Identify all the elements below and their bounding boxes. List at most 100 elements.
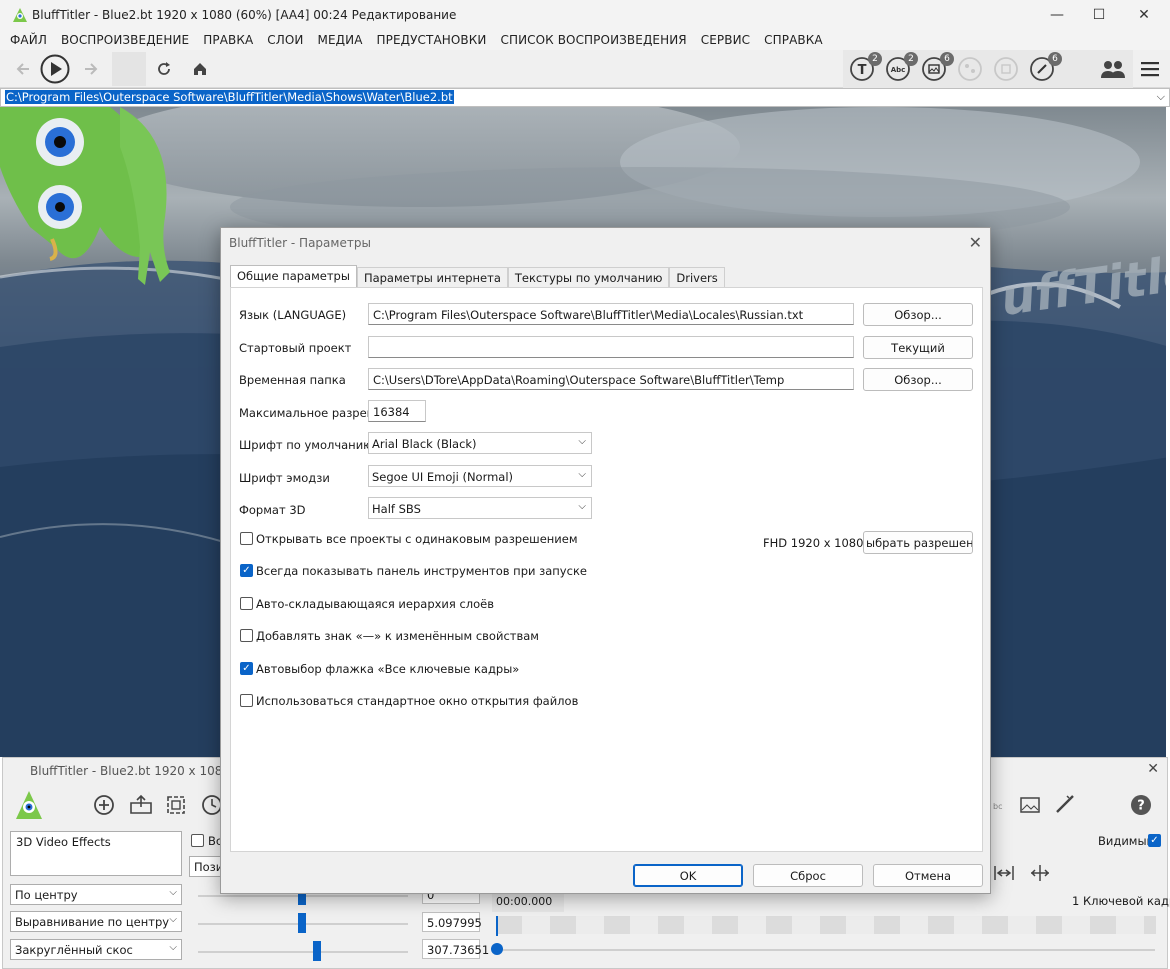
cancel-button[interactable]: Отмена xyxy=(873,864,983,887)
standard-open-dialog-checkbox[interactable] xyxy=(240,694,253,707)
text-alignment-combobox[interactable]: Выравнивание по центру ⌵ xyxy=(10,911,182,932)
timeline-cursor[interactable] xyxy=(496,916,498,936)
slider-thumb[interactable] xyxy=(298,913,306,933)
dialog-close-icon[interactable]: ✕ xyxy=(969,233,982,252)
center-icon[interactable] xyxy=(1029,864,1051,882)
minimize-button[interactable]: — xyxy=(1034,0,1080,30)
standard-open-dialog-label: Использоваться стандартное окно открытия… xyxy=(256,694,579,708)
emoji-font-select[interactable]: Segoe UI Emoji (Normal) ⌵ xyxy=(368,465,592,487)
visible-checkbox[interactable]: ✓ xyxy=(1148,834,1161,847)
menu-playlist[interactable]: СПИСОК ВОСПРОИЗВЕДЕНИЯ xyxy=(493,30,693,50)
window-border xyxy=(1166,107,1170,757)
tab-default-textures[interactable]: Текстуры по умолчанию xyxy=(507,267,670,288)
window-title: BluffTitler - Blue2.bt 1920 x 1080 (60%)… xyxy=(32,8,457,22)
same-resolution-checkbox[interactable] xyxy=(240,532,253,545)
emoji-font-value: Segoe UI Emoji (Normal) xyxy=(372,470,514,484)
startup-project-field[interactable] xyxy=(368,336,854,358)
keyframe-marker[interactable] xyxy=(491,943,503,955)
users-icon[interactable] xyxy=(1097,53,1129,85)
max-resolution-label: Максимальное разреше xyxy=(239,406,385,420)
back-arrow-icon[interactable] xyxy=(8,53,40,85)
forward-arrow-icon[interactable] xyxy=(74,53,106,85)
blufftitler-logo-icon xyxy=(16,791,42,819)
max-resolution-field[interactable]: 16384 xyxy=(368,400,426,422)
mark-changed-checkbox[interactable] xyxy=(240,629,253,642)
current-project-button[interactable]: Текущий xyxy=(863,336,973,359)
tab-internet[interactable]: Параметры интернета xyxy=(356,267,508,288)
menu-edit[interactable]: ПРАВКА xyxy=(196,30,260,50)
abc-layer-icon[interactable]: Abc 2 xyxy=(882,52,918,85)
chevron-down-icon[interactable]: ⌵ xyxy=(1157,90,1165,104)
chevron-down-icon: ⌵ xyxy=(578,469,586,480)
wand-icon[interactable] xyxy=(1053,792,1077,816)
chevron-down-icon: ⌵ xyxy=(169,942,177,953)
picture-layer-icon[interactable]: 6 xyxy=(918,52,954,85)
menu-file[interactable]: ФАЙЛ xyxy=(3,30,54,50)
layer-name: 3D Video Effects xyxy=(16,835,111,849)
keyframe-track xyxy=(500,949,1155,951)
add-layer-icon[interactable] xyxy=(93,794,115,816)
particles-icon[interactable] xyxy=(954,53,986,85)
value-field[interactable]: 5.097995 xyxy=(422,912,482,932)
alien-character xyxy=(0,107,170,285)
frame-icon[interactable] xyxy=(165,794,187,816)
text-layer-icon[interactable]: T 2 xyxy=(846,52,882,85)
bevel-combobox[interactable]: Закруглённый скос ⌵ xyxy=(10,939,182,960)
distribute-icon[interactable] xyxy=(993,864,1015,882)
keyframe-count: 1 Ключевой кадр xyxy=(1072,894,1170,908)
slider-track xyxy=(198,951,408,953)
show-toolbar-checkbox[interactable]: ✓ xyxy=(240,564,253,577)
wand-icon[interactable]: 6 xyxy=(1026,52,1062,85)
show-toolbar-label: Всегда показывать панель инструментов пр… xyxy=(256,564,587,578)
abc-icon[interactable]: bc xyxy=(991,794,1013,816)
auto-select-keyframes-checkbox[interactable]: ✓ xyxy=(240,662,253,675)
picture-icon[interactable] xyxy=(1018,794,1042,816)
home-icon[interactable] xyxy=(184,53,216,85)
all-checkbox[interactable] xyxy=(191,834,204,847)
layer-list[interactable]: 3D Video Effects xyxy=(10,831,182,876)
play-icon[interactable] xyxy=(39,53,71,85)
dialog-tabs: Общие параметры Параметры интернета Текс… xyxy=(230,265,725,288)
menu-presets[interactable]: ПРЕДУСТАНОВКИ xyxy=(370,30,494,50)
menu-playback[interactable]: ВОСПРОИЗВЕДЕНИЕ xyxy=(54,30,196,50)
project-path-combobox[interactable]: C:\Program Files\Outerspace Software\Blu… xyxy=(0,88,1170,107)
blufftitler-logo-icon xyxy=(13,8,27,22)
browse-temp-button[interactable]: Обзор... xyxy=(863,368,973,391)
menu-media[interactable]: МЕДИА xyxy=(311,30,370,50)
default-font-select[interactable]: Arial Black (Black) ⌵ xyxy=(368,432,592,454)
default-font-value: Arial Black (Black) xyxy=(372,437,477,451)
startup-project-label: Стартовый проект xyxy=(239,341,352,355)
menu-service[interactable]: СЕРВИС xyxy=(694,30,757,50)
timeline-track[interactable] xyxy=(496,916,1156,934)
value-field[interactable]: 307.73651 xyxy=(422,939,489,959)
browse-language-button[interactable]: Обзор... xyxy=(863,303,973,326)
hamburger-menu-icon[interactable] xyxy=(1134,53,1166,85)
help-icon[interactable]: ? xyxy=(1130,794,1152,816)
text-alignment-value: Выравнивание по центру xyxy=(15,915,170,929)
maximize-button[interactable]: ☐ xyxy=(1076,0,1122,30)
language-field[interactable]: C:\Program Files\Outerspace Software\Blu… xyxy=(368,303,854,325)
choose-resolution-button[interactable]: ыбрать разрешение... xyxy=(863,531,973,554)
auto-collapse-checkbox[interactable] xyxy=(240,597,253,610)
general-settings-panel: Язык (LANGUAGE) C:\Program Files\Outersp… xyxy=(230,287,983,852)
close-button[interactable]: ✕ xyxy=(1121,0,1167,30)
menu-bar: ФАЙЛ ВОСПРОИЗВЕДЕНИЕ ПРАВКА СЛОИ МЕДИА П… xyxy=(0,30,1170,50)
tab-general[interactable]: Общие параметры xyxy=(230,265,357,288)
temp-folder-field[interactable]: C:\Users\DTore\AppData\Roaming\Outerspac… xyxy=(368,368,854,390)
tab-drivers[interactable]: Drivers xyxy=(669,267,725,288)
reset-button[interactable]: Сброс xyxy=(753,864,863,887)
alignment-value: По центру xyxy=(15,888,78,902)
alignment-combobox[interactable]: По центру ⌵ xyxy=(10,884,182,905)
format-3d-select[interactable]: Half SBS ⌵ xyxy=(368,497,592,519)
secondary-close-icon[interactable]: ✕ xyxy=(1147,761,1159,777)
resolution-text: FHD 1920 x 1080 xyxy=(763,536,864,550)
menu-layers[interactable]: СЛОИ xyxy=(260,30,310,50)
open-folder-icon[interactable] xyxy=(129,794,153,816)
slider-thumb[interactable] xyxy=(313,941,321,961)
ok-button[interactable]: OK xyxy=(633,864,743,887)
menu-help[interactable]: СПРАВКА xyxy=(757,30,830,50)
svg-text:Abc: Abc xyxy=(891,66,906,74)
refresh-icon[interactable] xyxy=(148,53,180,85)
copy-layers-icon[interactable] xyxy=(990,53,1022,85)
position-combobox[interactable]: Пози xyxy=(189,856,223,877)
